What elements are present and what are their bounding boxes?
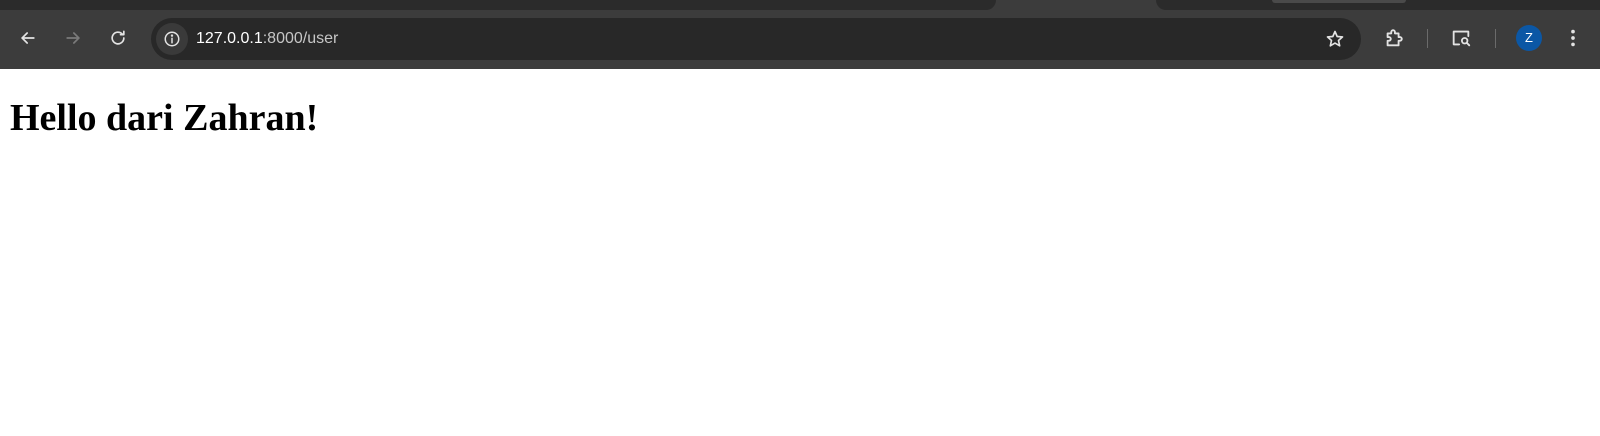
toolbar-separator — [1495, 29, 1496, 48]
page-heading: Hello dari Zahran! — [10, 97, 319, 139]
reload-icon — [111, 30, 125, 45]
page-content: Hello dari Zahran! — [0, 69, 1600, 436]
profile-avatar[interactable]: Z — [1516, 25, 1542, 51]
bookmark-button[interactable] — [1319, 23, 1351, 55]
tab-indicator — [1272, 0, 1406, 3]
tab-strip — [0, 0, 1600, 10]
back-button[interactable] — [10, 20, 46, 56]
url-path: :8000/user — [262, 30, 339, 47]
info-icon — [164, 31, 180, 47]
arrow-right-icon — [66, 32, 80, 44]
inactive-tab-area-left[interactable] — [0, 0, 996, 10]
url-host: 127.0.0.1 — [196, 30, 263, 47]
toolbar-separator — [1427, 29, 1428, 48]
menu-button[interactable] — [1555, 20, 1591, 56]
kebab-menu-icon — [1571, 29, 1575, 47]
address-bar[interactable]: 127.0.0.1:8000/user — [151, 18, 1361, 60]
site-info-button[interactable] — [156, 23, 188, 55]
puzzle-icon — [1386, 29, 1403, 47]
url-text[interactable]: 127.0.0.1:8000/user — [196, 29, 338, 49]
forward-button[interactable] — [55, 20, 91, 56]
browser-toolbar: 127.0.0.1:8000/user Z — [0, 10, 1600, 69]
cast-search-button[interactable] — [1443, 20, 1479, 56]
extensions-button[interactable] — [1376, 20, 1412, 56]
star-icon — [1326, 30, 1344, 47]
reload-button[interactable] — [100, 20, 136, 56]
cast-search-icon — [1452, 30, 1471, 47]
arrow-left-icon — [21, 32, 35, 44]
